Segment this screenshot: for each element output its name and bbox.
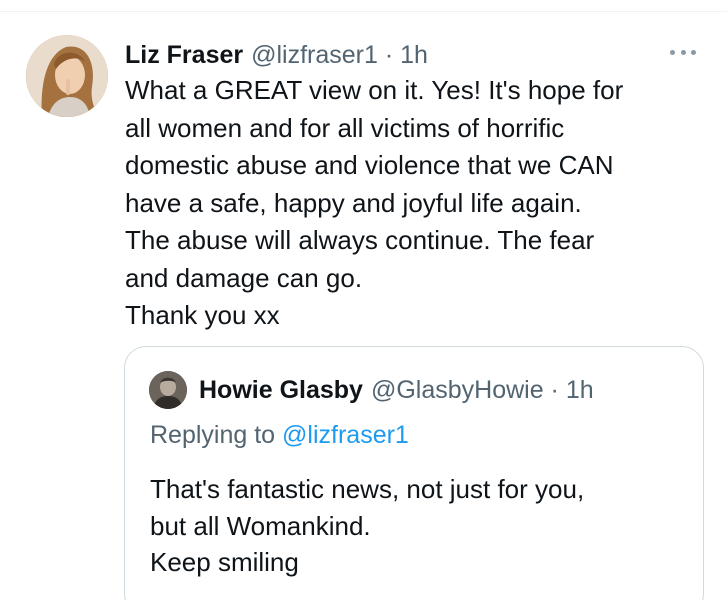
replying-mention-link[interactable]: @lizfraser1 [282,421,409,449]
tweet-header: Liz Fraser @lizfraser1 · 1h [125,38,428,72]
replying-to-line: Replying to @lizfraser1 [150,421,409,450]
quoted-tweet-header: Howie Glasby @GlasbyHowie · 1h [199,371,594,409]
tweet-text-line: and damage can go. [125,262,363,293]
more-horizontal-icon[interactable] [666,40,700,64]
more-dot [691,49,696,55]
quoted-text-line: but all Womankind. [150,510,371,541]
quoted-author-avatar[interactable] [149,371,187,409]
tweet-text-line: all women and for all victims of horrifi… [125,112,565,143]
quoted-tweet-text: That's fantastic news, not just for you,… [150,471,584,581]
author-handle-time[interactable]: @lizfraser1 · 1h [251,41,428,70]
more-dot [670,49,675,55]
author-avatar[interactable] [26,35,108,117]
quoted-author-handle-time[interactable]: @GlasbyHowie · 1h [371,376,594,405]
quoted-text-line: Keep smiling [150,547,299,577]
replying-prefix: Replying to [150,421,283,449]
tweet-text-line: have a safe, happy and joyful life again… [125,187,582,218]
quoted-author-name[interactable]: Howie Glasby [199,376,363,405]
quoted-tweet-card[interactable]: Howie Glasby @GlasbyHowie · 1h Replying … [124,346,704,600]
author-name[interactable]: Liz Fraser [125,41,243,70]
tweet-text-line: What a GREAT view on it. Yes! It's hope … [125,75,624,105]
quoted-avatar-photo [149,371,187,409]
more-dot [680,49,686,55]
tweet-text-line: The abuse will always continue. The fear [125,225,595,255]
avatar-photo [26,35,108,117]
quoted-text-line: That's fantastic news, not just for you, [150,474,585,504]
tweet[interactable]: Liz Fraser @lizfraser1 · 1h What a GREAT… [0,12,727,600]
tweet-text-line: Thank you xx [125,300,280,330]
tweet-text: What a GREAT view on it. Yes! It's hope … [125,72,705,335]
tweet-text-line: domestic abuse and violence that we CAN [125,150,614,180]
